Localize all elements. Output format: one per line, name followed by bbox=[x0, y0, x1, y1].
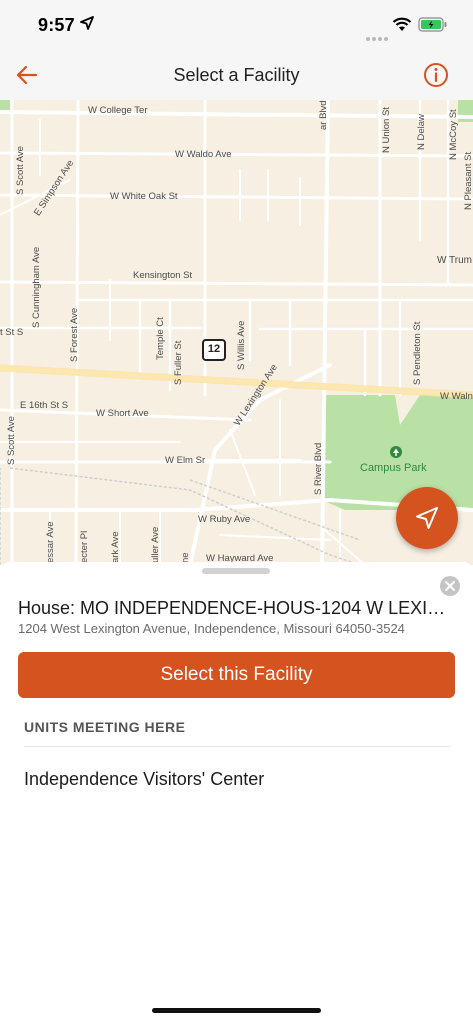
street-label: ark Ave bbox=[110, 531, 121, 563]
wifi-icon bbox=[392, 17, 412, 31]
status-bar: 9:57 bbox=[0, 0, 473, 50]
street-label: S Pendleton St bbox=[412, 321, 423, 385]
street-label: N Delaw bbox=[416, 114, 427, 150]
street-label: W White Oak St bbox=[110, 191, 178, 202]
street-label: t St S bbox=[0, 327, 24, 338]
street-label: W Waldo Ave bbox=[175, 149, 232, 160]
street-label: Kensington St bbox=[133, 270, 193, 281]
street-label: uller Ave bbox=[150, 526, 161, 563]
street-label: ecter Pl bbox=[79, 530, 90, 563]
street-label: E 16th St S bbox=[20, 400, 69, 411]
street-label: S Scott Ave bbox=[15, 146, 26, 195]
location-services-icon bbox=[80, 16, 94, 30]
street-label: W Waln bbox=[440, 391, 473, 402]
unit-list-item[interactable]: Independence Visitors' Center bbox=[24, 769, 264, 790]
divider bbox=[24, 746, 450, 747]
facility-address: 1204 West Lexington Avenue, Independence… bbox=[18, 621, 405, 636]
street-label: W Trum bbox=[437, 255, 472, 266]
street-label: S Fuller St bbox=[173, 340, 184, 385]
street-label: N McCoy St bbox=[448, 109, 459, 160]
street-label: S Scott Ave bbox=[6, 416, 17, 465]
location-arrow-icon bbox=[416, 507, 438, 529]
route-shield-icon: 12 bbox=[201, 338, 227, 362]
street-label: W Short Ave bbox=[96, 408, 149, 419]
street-label: W College Ter bbox=[88, 105, 148, 116]
street-label: W Ruby Ave bbox=[198, 514, 251, 525]
street-label: S Cunningham Ave bbox=[31, 246, 42, 328]
info-circle-icon[interactable] bbox=[423, 62, 449, 88]
street-label: S River Blvd bbox=[313, 442, 324, 495]
select-facility-button[interactable]: Select this Facility bbox=[18, 652, 455, 698]
street-label: ar Blvd bbox=[318, 100, 329, 130]
street-label: essar Ave bbox=[45, 521, 56, 563]
close-button[interactable] bbox=[440, 576, 460, 596]
park-label: Campus Park bbox=[360, 462, 427, 474]
locate-me-button[interactable] bbox=[396, 487, 458, 549]
park-pin-icon bbox=[390, 446, 402, 458]
units-section-header: UNITS MEETING HERE bbox=[24, 719, 186, 735]
street-label: N Union St bbox=[381, 107, 392, 153]
facility-name: House: MO INDEPENDENCE-HOUS-1204 W LEXIN… bbox=[18, 598, 455, 618]
page-title: Select a Facility bbox=[173, 65, 300, 85]
status-time: 9:57 bbox=[38, 15, 75, 35]
street-label: W Elm Sr bbox=[165, 455, 206, 466]
street-label: Temple Ct bbox=[155, 317, 166, 360]
signal-icon bbox=[366, 28, 390, 46]
map-view[interactable]: W College Ter W Waldo Ave W White Oak St… bbox=[0, 100, 473, 565]
nav-bar: Select a Facility bbox=[0, 50, 473, 100]
close-icon bbox=[445, 581, 455, 591]
facility-sheet: House: MO INDEPENDENCE-HOUS-1204 W LEXIN… bbox=[0, 562, 473, 1024]
street-label: S Willis Ave bbox=[236, 320, 247, 370]
home-indicator bbox=[152, 1008, 321, 1013]
sheet-drag-handle[interactable] bbox=[202, 568, 270, 574]
street-label: N Pleasant St bbox=[463, 151, 473, 210]
route-number: 12 bbox=[207, 343, 221, 355]
battery-icon bbox=[418, 17, 447, 32]
street-label: S Forest Ave bbox=[69, 307, 80, 362]
